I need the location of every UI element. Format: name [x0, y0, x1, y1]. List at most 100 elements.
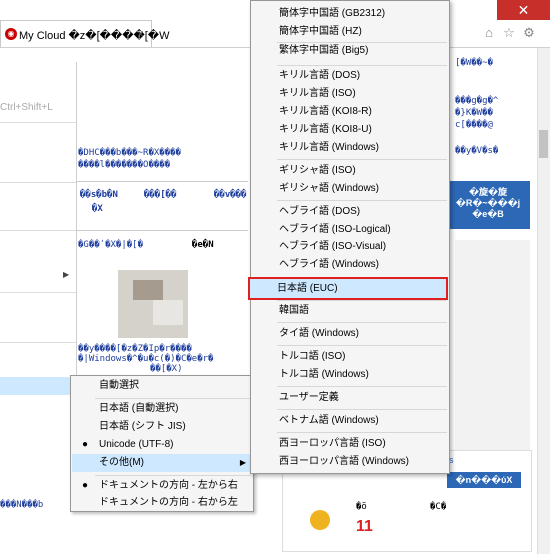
lang-item[interactable]: トルコ語 (Windows) [252, 366, 448, 384]
lang-item[interactable]: キリル言語 (KOI8-R) [252, 103, 448, 121]
language-menu: 簡体字中国語 (GB2312) 簡体字中国語 (HZ) 繁体字中国語 (Big5… [250, 0, 450, 474]
browser-toolbar: ⌂ ☆ ⚙ [480, 24, 550, 42]
menu-item-rtl[interactable]: ドキュメントの方向 - 右から左 [72, 494, 252, 512]
menu-separator [95, 398, 251, 399]
sidebar-panel [455, 240, 530, 450]
menu-item-label: その他(M) [99, 457, 144, 468]
menu-separator [277, 432, 447, 433]
lang-item-label: ヘブライ語 (ISO-Logical) [279, 224, 391, 235]
menu-separator [0, 122, 76, 123]
nav-link[interactable]: ���[�� [144, 190, 177, 200]
page-text: �õ [356, 502, 367, 512]
page-tab-link[interactable]: �G��ʹ�X�|�[� [78, 240, 143, 250]
lang-item[interactable]: ヘブライ語 (ISO-Visual) [252, 238, 448, 256]
menu-item-label: Unicode (UTF-8) [99, 439, 174, 450]
menu-separator [0, 230, 76, 231]
scrollbar[interactable] [537, 48, 550, 554]
promo-line: �e�B [472, 209, 504, 219]
lang-item[interactable]: キリル言語 (DOS) [252, 67, 448, 85]
page-tab-active[interactable]: �e�N [192, 240, 214, 250]
close-window-button[interactable]: ✕ [497, 0, 550, 20]
lang-item[interactable]: 西ヨーロッパ言語 (ISO) [252, 435, 448, 453]
menu-item-auto-select[interactable]: 自動選択 [72, 377, 252, 395]
lang-item-label: 西ヨーロッパ言語 (Windows) [279, 456, 410, 467]
lang-item-selected-japanese-euc[interactable]: 日本語 (EUC) [248, 277, 448, 300]
promo-line: �R�~���j [455, 198, 521, 208]
menu-separator [277, 65, 447, 66]
lang-item[interactable]: タイ語 (Windows) [252, 325, 448, 343]
radio-dot-icon: ● [82, 480, 89, 491]
encoding-submenu: 自動選択 日本語 (自動選択) 日本語 (シフト JIS) ● Unicode … [70, 375, 254, 512]
lang-item[interactable]: 簡体字中国語 (HZ) [252, 23, 448, 41]
menu-item-ltr[interactable]: ● ドキュメントの方向 - 左から右 [72, 477, 252, 495]
star-icon[interactable]: ☆ [500, 24, 518, 42]
scrollbar-thumb[interactable] [539, 130, 548, 158]
page-text: �}K�W�� [455, 108, 493, 118]
menu-separator [277, 409, 447, 410]
lang-item-label: 簡体字中国語 (GB2312) [279, 8, 386, 19]
submenu-arrow-icon: ▶ [63, 270, 70, 279]
lang-item[interactable]: キリル言語 (ISO) [252, 85, 448, 103]
lang-item[interactable]: ユーザー定義 [252, 389, 448, 407]
lang-item-label: ギリシャ語 (Windows) [279, 183, 380, 194]
menu-item-label: ドキュメントの方向 - 左から右 [99, 480, 238, 491]
lang-item-label: キリル言語 (Windows) [279, 142, 380, 153]
menu-item-unicode-utf8[interactable]: ● Unicode (UTF-8) [72, 436, 252, 454]
change-button[interactable]: �n���ύX [447, 472, 521, 488]
menu-separator [277, 322, 447, 323]
lang-item-label: トルコ語 (Windows) [279, 369, 369, 380]
lang-item[interactable]: 簡体字中国語 (GB2312) [252, 5, 448, 23]
lang-item-label: トルコ語 (ISO) [279, 351, 346, 362]
lang-item-label: キリル言語 (KOI8-U) [279, 124, 372, 135]
lang-item-label: ヘブライ語 (Windows) [279, 259, 380, 270]
menu-separator [277, 300, 447, 301]
lang-item-label: ヘブライ語 (ISO-Visual) [279, 241, 387, 252]
promo-button[interactable]: �旋�旋 �R�~���j �e�B [446, 181, 530, 229]
page-text: �C� [430, 502, 447, 512]
menu-item-japanese-auto[interactable]: 日本語 (自動選択) [72, 400, 252, 418]
nav-link[interactable]: �X [92, 204, 103, 214]
menu-separator [0, 342, 76, 343]
sun-icon [310, 510, 330, 530]
menu-item-japanese-shiftjis[interactable]: 日本語 (シフト JIS) [72, 418, 252, 436]
menu-item-label: 日本語 (シフト JIS) [99, 421, 186, 432]
lang-item-label: キリル言語 (ISO) [279, 88, 356, 99]
lang-item[interactable]: キリル言語 (KOI8-U) [252, 121, 448, 139]
menu-separator [95, 475, 251, 476]
menu-item-label: 日本語 (自動選択) [99, 403, 179, 414]
page-text: c[����@ [455, 120, 493, 130]
home-icon[interactable]: ⌂ [480, 24, 498, 42]
lang-item[interactable]: ヘブライ語 (DOS) [252, 203, 448, 221]
menu-separator [277, 386, 447, 387]
lang-item-label: 繁体字中国語 (Big5) [279, 45, 369, 56]
lang-item[interactable]: 西ヨーロッパ言語 (Windows) [252, 453, 448, 471]
page-text: ��y����[�z�Z�Ip�r���� [78, 344, 192, 354]
browser-tab[interactable]: ◉ My Cloud �z�[����[�W × [0, 20, 169, 48]
lang-item[interactable]: ギリシャ語 (ISO) [252, 162, 448, 180]
gear-icon[interactable]: ⚙ [520, 24, 538, 42]
lang-item[interactable]: トルコ語 (ISO) [252, 348, 448, 366]
lang-item[interactable]: ヘブライ語 (ISO-Logical) [252, 221, 448, 239]
lang-item-label: 簡体字中国語 (HZ) [279, 26, 362, 37]
page-text: ����l�������O���� [78, 160, 171, 170]
lang-item[interactable]: ベトナム語 (Windows) [252, 412, 448, 430]
lang-item[interactable]: キリル言語 (Windows) [252, 139, 448, 157]
shortcut-label: Ctrl+Shift+L [0, 102, 53, 113]
tab-close-button[interactable]: × [137, 27, 144, 41]
page-text: ���g�g�^ [455, 96, 499, 106]
lang-item[interactable]: ヘブライ語 (Windows) [252, 256, 448, 274]
lang-item[interactable]: ギリシャ語 (Windows) [252, 180, 448, 198]
nav-link[interactable]: ��s�b�N [80, 190, 118, 200]
nav-link[interactable]: ��v��� [214, 190, 247, 200]
encoding-menu-highlight[interactable] [0, 377, 76, 395]
menu-item-label: ドキュメントの方向 - 右から左 [99, 497, 238, 508]
page-text: ���N���b [0, 500, 44, 510]
lang-item[interactable]: 韓国語 [252, 302, 448, 320]
lang-item-label: ギリシャ語 (ISO) [279, 165, 356, 176]
lang-item[interactable]: 繁体字中国語 (Big5) [252, 42, 448, 60]
submenu-arrow-icon: ▶ [239, 458, 246, 467]
tab-title: My Cloud �z�[����[�W [19, 30, 170, 42]
lang-item-label: キリル言語 (DOS) [279, 70, 361, 81]
menu-separator [277, 159, 447, 160]
menu-item-other[interactable]: その他(M) ▶ [72, 454, 252, 472]
